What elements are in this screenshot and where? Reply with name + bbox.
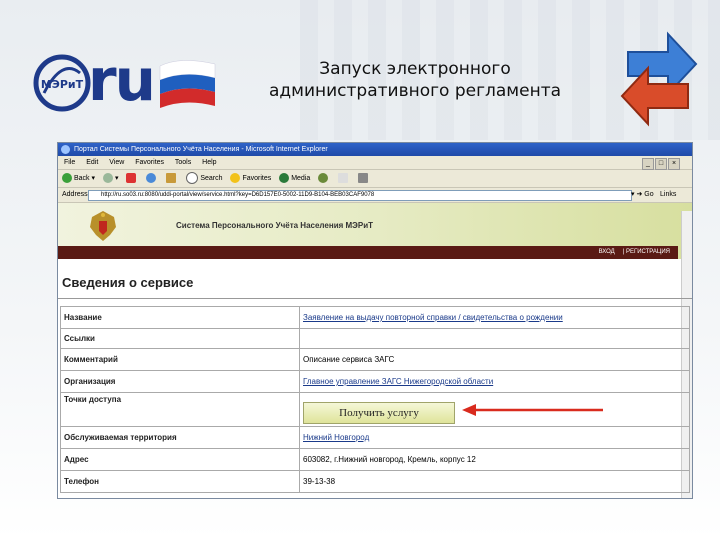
row-label: Адрес: [60, 448, 300, 471]
slide-title-line1: Запуск электронного: [319, 59, 511, 79]
media-icon: [279, 173, 290, 184]
row-label: Обслуживаемая территория: [60, 426, 300, 449]
nav-login[interactable]: ВХОД: [599, 249, 615, 255]
favorites-button[interactable]: Favorites: [230, 170, 271, 187]
menu-bar: File Edit View Favorites Tools Help _ □ ×: [58, 156, 692, 170]
table-row: Адрес 603082, г.Нижний новгород, Кремль,…: [60, 448, 690, 471]
separator: [58, 298, 692, 299]
row-label: Комментарий: [60, 348, 300, 371]
back-arrow-icon: [62, 173, 72, 184]
nav-register[interactable]: РЕГИСТРАЦИЯ: [626, 249, 670, 255]
mail-icon: [338, 173, 349, 184]
exchange-arrows-icon: [620, 31, 698, 127]
row-value: 603082, г.Нижний новгород, Кремль, корпу…: [299, 448, 690, 471]
history-icon: [318, 173, 329, 184]
window-buttons: _ □ ×: [641, 157, 680, 170]
address-bar: Address http://ru.so03.ru:8080/uddi-port…: [58, 188, 692, 203]
menu-help[interactable]: Help: [202, 159, 216, 166]
print-button[interactable]: [358, 170, 370, 187]
table-row: Ссылки: [60, 328, 690, 349]
territory-link[interactable]: Нижний Новгород: [303, 433, 369, 442]
stop-icon: [126, 173, 137, 184]
table-row: Комментарий Описание сервиса ЗАГС: [60, 348, 690, 371]
row-label: Ссылки: [60, 328, 300, 349]
history-button[interactable]: [318, 170, 330, 187]
ie-icon: [61, 145, 70, 154]
table-row: Название Заявление на выдачу повторной с…: [60, 306, 690, 329]
back-button[interactable]: Back ▾: [62, 170, 95, 187]
menu-view[interactable]: View: [109, 159, 124, 166]
media-button[interactable]: Media: [279, 170, 310, 187]
row-label: Организация: [60, 370, 300, 393]
service-details-table: Название Заявление на выдачу повторной с…: [60, 306, 690, 493]
refresh-icon: [146, 173, 157, 184]
row-value: 39-13-38: [299, 470, 690, 493]
menu-file[interactable]: File: [64, 159, 75, 166]
forward-arrow-icon: [102, 173, 113, 184]
row-label: Точки доступа: [60, 392, 300, 427]
search-button[interactable]: Search: [186, 170, 223, 187]
portal-header: Система Персонального Учёта Населения МЭ…: [58, 203, 692, 259]
mail-button[interactable]: [338, 170, 350, 187]
star-icon: [230, 173, 241, 184]
search-icon: [186, 172, 199, 185]
menu-tools[interactable]: Tools: [175, 159, 191, 166]
forward-button[interactable]: ▾: [102, 170, 119, 187]
get-service-button[interactable]: Получить услугу: [303, 402, 455, 424]
row-label: Телефон: [60, 470, 300, 493]
close-button[interactable]: ×: [668, 158, 680, 170]
slide-title: Запуск электронного административного ре…: [240, 58, 590, 102]
portal-title: Система Персонального Учёта Населения МЭ…: [176, 221, 373, 230]
table-row: Телефон 39-13-38: [60, 470, 690, 493]
organization-link[interactable]: Главное управление ЗАГС Нижегородской об…: [303, 377, 493, 386]
red-arrow-icon: [462, 404, 603, 416]
menu-edit[interactable]: Edit: [86, 159, 98, 166]
coat-of-arms-icon: [90, 211, 116, 241]
service-content: Сведения о сервисе: [58, 269, 678, 290]
browser-titlebar: Портал Системы Персонального Учёта Насел…: [58, 143, 692, 156]
row-value: Заявление на выдачу повторной справки / …: [299, 306, 690, 329]
window-title: Портал Системы Персонального Учёта Насел…: [74, 146, 328, 153]
service-name-link[interactable]: Заявление на выдачу повторной справки / …: [303, 313, 563, 322]
home-button[interactable]: [166, 170, 178, 187]
row-value: Нижний Новгород: [299, 426, 690, 449]
go-button[interactable]: ▾ ➜ Go: [631, 188, 654, 202]
svg-text:МЭРиТ: МЭРиТ: [41, 78, 84, 91]
row-value: Описание сервиса ЗАГС: [299, 348, 690, 371]
address-label: Address: [62, 191, 88, 198]
address-input[interactable]: http://ru.so03.ru:8080/uddi-portal/view/…: [88, 190, 632, 201]
row-value: [299, 328, 690, 349]
portal-nav: ВХОД | РЕГИСТРАЦИЯ: [58, 246, 678, 259]
stop-button[interactable]: [126, 170, 138, 187]
refresh-button[interactable]: [146, 170, 158, 187]
menu-favorites[interactable]: Favorites: [135, 159, 164, 166]
home-icon: [166, 173, 177, 184]
row-label: Название: [60, 306, 300, 329]
minimize-button[interactable]: _: [642, 158, 654, 170]
service-heading: Сведения о сервисе: [62, 275, 194, 290]
table-row: Организация Главное управление ЗАГС Ниже…: [60, 370, 690, 393]
browser-toolbar: Back ▾ ▾ Search Favorites Media: [58, 170, 692, 188]
row-value: Главное управление ЗАГС Нижегородской об…: [299, 370, 690, 393]
browser-window: Портал Системы Персонального Учёта Насел…: [57, 142, 693, 499]
links-button[interactable]: Links: [660, 188, 676, 202]
slide-title-line2: административного регламента: [268, 81, 562, 101]
maximize-button[interactable]: □: [655, 158, 667, 170]
table-row: Обслуживаемая территория Нижний Новгород: [60, 426, 690, 449]
print-icon: [358, 173, 369, 184]
logo-ru-text: ru: [88, 46, 156, 114]
